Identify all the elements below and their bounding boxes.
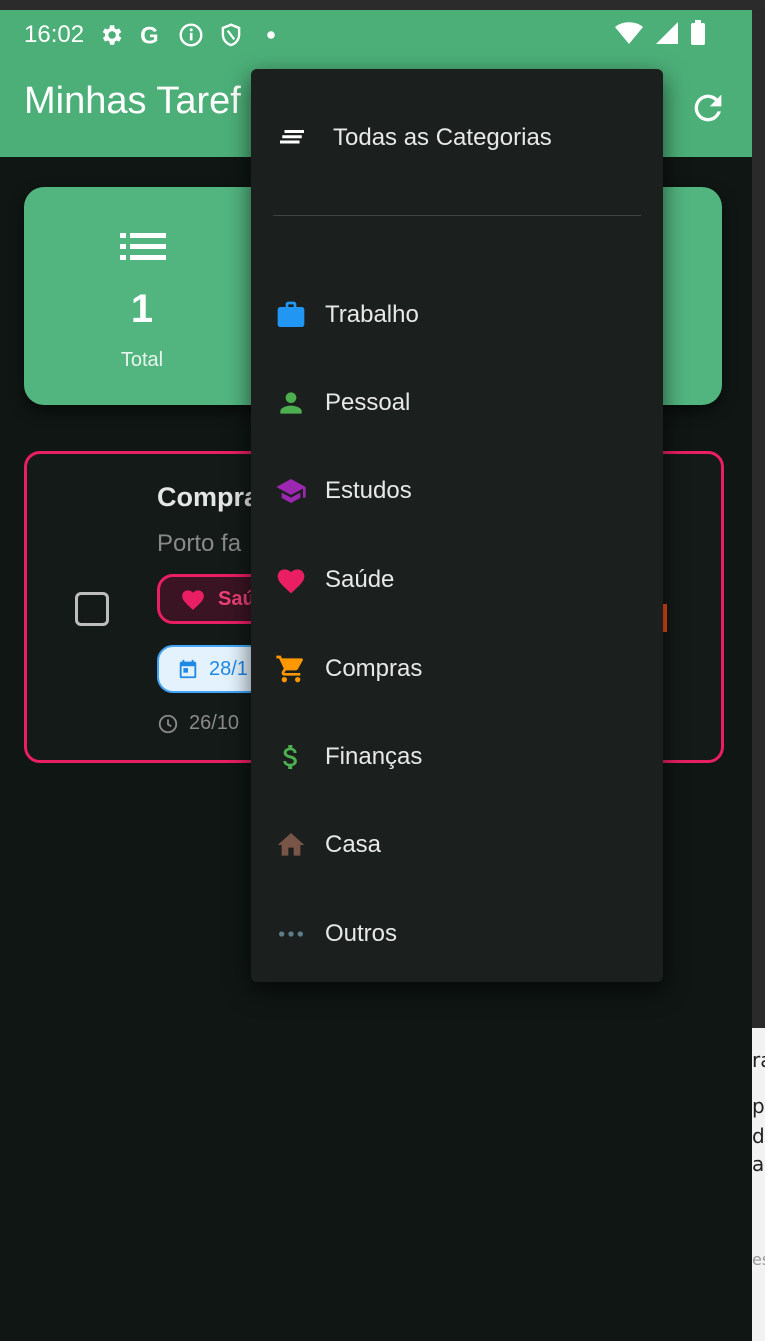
- menu-item-label: Trabalho: [325, 301, 419, 328]
- phone-screen: 16:02 G Minhas Taref 1 Total Compra Port…: [0, 10, 752, 1341]
- task-description: Porto fa: [157, 530, 242, 557]
- page-title: Minhas Taref: [24, 80, 241, 122]
- background-text: es: [752, 1250, 765, 1269]
- status-time: 16:02: [24, 21, 85, 48]
- briefcase-icon: [277, 301, 305, 327]
- sort-icon: [280, 130, 304, 144]
- menu-item-label: Finanças: [325, 743, 423, 770]
- wifi-icon: [615, 22, 643, 44]
- menu-item-label: Outros: [325, 920, 398, 947]
- menu-item-saude[interactable]: Saúde: [251, 550, 663, 610]
- menu-item-compras[interactable]: Compras: [251, 639, 663, 699]
- cart-icon: [276, 655, 303, 683]
- task-checkbox[interactable]: [75, 592, 109, 626]
- status-right: [614, 20, 706, 46]
- menu-divider: [273, 215, 641, 216]
- graduation-cap-icon: [276, 479, 306, 503]
- menu-item-all-label: Todas as Categorias: [333, 124, 552, 151]
- signal-icon: [656, 22, 678, 44]
- person-icon: [280, 392, 302, 414]
- shield-icon: [221, 23, 241, 47]
- category-filter-menu: Todas as Categorias Trabalho Pessoal Est…: [251, 69, 663, 982]
- background-text: di: [752, 1124, 765, 1148]
- background-text: ra: [752, 1048, 765, 1072]
- created-date: 26/10: [157, 712, 239, 735]
- svg-text:G: G: [140, 23, 159, 48]
- google-icon: G: [140, 23, 159, 48]
- stat-total-value: 1: [130, 287, 154, 331]
- status-bar: 16:02 G: [24, 20, 284, 50]
- dot-icon: [267, 31, 275, 39]
- due-date-label: 28/1: [209, 657, 248, 680]
- menu-item-financas[interactable]: Finanças: [251, 727, 663, 787]
- home-icon: [277, 833, 305, 856]
- clock-icon: [158, 714, 178, 733]
- menu-item-label: Saúde: [325, 566, 395, 593]
- heart-icon: [182, 590, 204, 610]
- background-text: a: [752, 1152, 765, 1176]
- menu-item-label: Pessoal: [325, 389, 411, 416]
- menu-item-label: Compras: [325, 655, 423, 682]
- dollar-icon: [283, 745, 297, 769]
- battery-icon: [691, 20, 705, 45]
- heart-icon: [277, 569, 305, 594]
- menu-item-estudos[interactable]: Estudos: [251, 461, 663, 521]
- calendar-icon: [179, 659, 197, 679]
- menu-item-casa[interactable]: Casa: [251, 815, 663, 875]
- menu-item-all-categories[interactable]: Todas as Categorias: [251, 108, 663, 168]
- task-title: Compra: [157, 482, 260, 512]
- refresh-icon[interactable]: [688, 88, 728, 128]
- window-top-strip: [0, 0, 765, 10]
- more-horiz-icon: [279, 931, 303, 937]
- background-window-dark: [752, 10, 765, 1028]
- menu-item-pessoal[interactable]: Pessoal: [251, 373, 663, 433]
- category-chip-label: Saú: [218, 587, 255, 610]
- list-icon: [120, 233, 166, 260]
- menu-item-label: Casa: [325, 831, 382, 858]
- background-text: p: [752, 1094, 765, 1118]
- menu-item-label: Estudos: [325, 477, 412, 504]
- background-window-light: ra p di a es: [752, 1028, 765, 1341]
- menu-item-trabalho[interactable]: Trabalho: [251, 285, 663, 345]
- menu-item-outros[interactable]: Outros: [251, 904, 663, 964]
- info-icon: [179, 23, 203, 47]
- gear-icon: [102, 25, 122, 45]
- created-date-label: 26/10: [189, 712, 240, 734]
- background-window-edge: ra p di a es: [752, 10, 765, 1341]
- stat-total-label: Total: [120, 349, 164, 371]
